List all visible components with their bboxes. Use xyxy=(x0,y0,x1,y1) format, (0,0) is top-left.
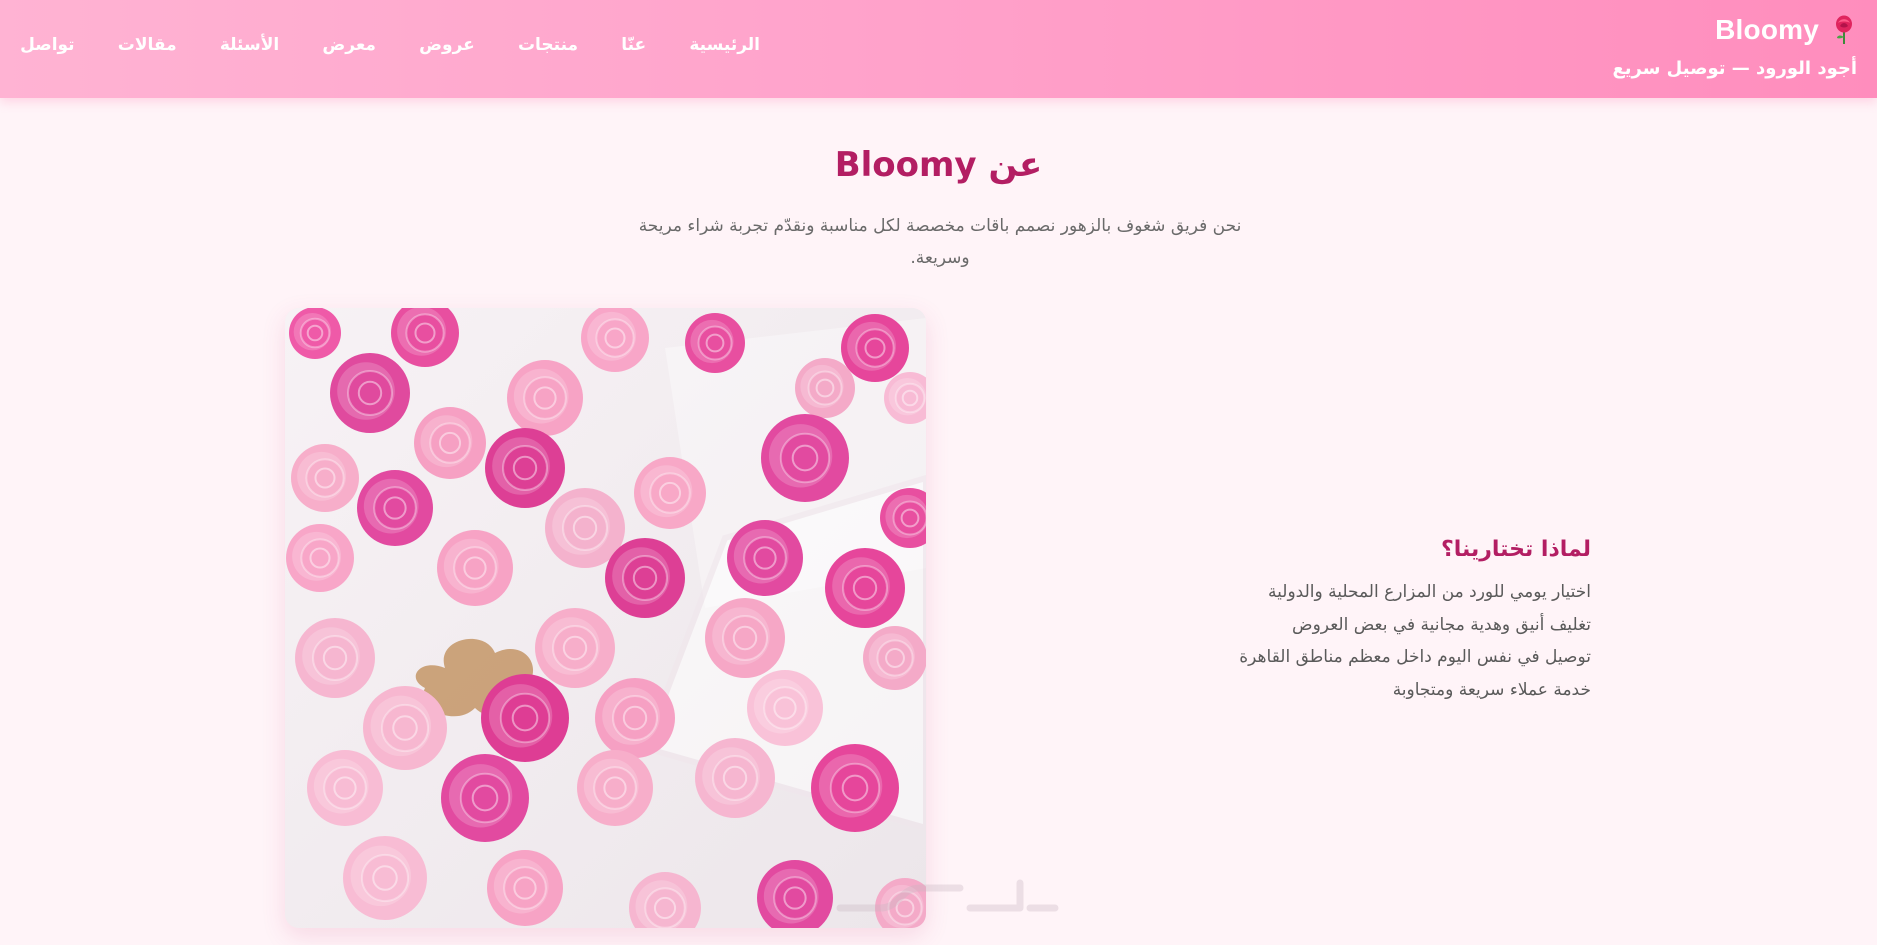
nav-link-offers[interactable]: عروض xyxy=(419,30,475,60)
pink-roses-photo xyxy=(285,308,926,928)
nav-link-about[interactable]: عنّا xyxy=(621,30,646,60)
main-nav: الرئيسية عنّا منتجات عروض معرض الأسئلة م… xyxy=(20,30,760,60)
nav-link-home[interactable]: الرئيسية xyxy=(689,30,760,60)
nav-link-gallery[interactable]: معرض xyxy=(322,30,376,60)
brand[interactable]: Bloomy أجود الورود — توصيل سريع xyxy=(1612,10,1857,79)
why-us-item: تغليف أنيق وهدية مجانية في بعض العروض xyxy=(1292,614,1591,635)
why-us-list: اختيار يومي للورد من المزارع المحلية وال… xyxy=(1071,576,1591,706)
nav-link-products[interactable]: منتجات xyxy=(518,30,578,60)
brand-name: Bloomy xyxy=(1715,14,1819,45)
brand-tagline: أجود الورود — توصيل سريع xyxy=(1612,58,1857,79)
why-us-section: لماذا تختارينا؟ اختيار يومي للورد من الم… xyxy=(1071,537,1591,706)
why-us-item: خدمة عملاء سريعة ومتجاوبة xyxy=(1392,679,1591,700)
site-header: Bloomy أجود الورود — توصيل سريع الرئيسية… xyxy=(0,0,1877,98)
why-us-item: اختيار يومي للورد من المزارع المحلية وال… xyxy=(1268,582,1591,602)
about-title: عن Bloomy xyxy=(834,145,1043,185)
rose-icon xyxy=(1831,15,1857,45)
why-us-title: لماذا تختارينا؟ xyxy=(1440,537,1591,562)
nav-link-contact[interactable]: تواصل xyxy=(20,30,74,60)
why-us-item: توصيل في نفس اليوم داخل معظم مناطق القاه… xyxy=(1239,647,1591,667)
nav-link-faq[interactable]: الأسئلة xyxy=(220,30,279,60)
about-description: نحن فريق شغوف بالزهور نصمم باقات مخصصة ل… xyxy=(638,216,1242,268)
watermark-logo xyxy=(820,868,1060,928)
nav-link-articles[interactable]: مقالات xyxy=(118,30,177,60)
